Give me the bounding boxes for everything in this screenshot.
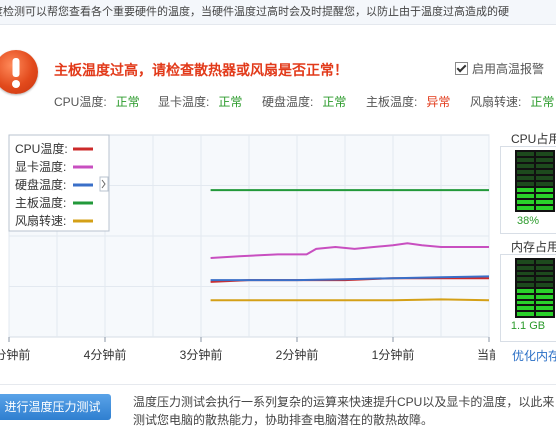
series-line: [210, 298, 490, 302]
status-value: 正常: [115, 95, 140, 109]
x-tick-label: 5分钟前: [0, 347, 30, 362]
top-notice-bar: 度检测可以帮您查看各个重要硬件的温度，当硬件温度过高时会及时提醒您，以防止由于温…: [0, 0, 556, 25]
status-item: 风扇转速: 正常: [470, 93, 554, 110]
meter-segment: [536, 312, 553, 316]
legend-label: 主板温度:: [15, 195, 66, 210]
x-tick-label: 1分钟前: [372, 347, 415, 362]
meter-segment: [536, 289, 553, 293]
meter-segment: [517, 194, 534, 198]
alarm-label: 启用高温报警: [472, 62, 545, 76]
status-item: 硬盘温度: 正常: [262, 93, 346, 110]
x-tick-label: 当前: [477, 347, 495, 362]
meter-segment: [517, 277, 534, 282]
legend-collapse-handle: [99, 176, 109, 192]
meter-segment: [536, 294, 553, 299]
status-value: 正常: [218, 95, 243, 109]
meter-segment: [536, 182, 553, 186]
memory-usage-value: 1.1 GB: [510, 320, 546, 332]
meter-segment: [517, 271, 534, 276]
status-item: 主板温度: 异常: [366, 93, 450, 110]
meter-segment: [536, 176, 553, 180]
meter-segment: [517, 182, 534, 186]
status-label: 硬盘温度:: [262, 95, 314, 109]
alert-title: 主板温度过高，请检查散热器或风扇是否正常！: [54, 62, 348, 78]
meter-segment: [536, 283, 553, 287]
status-item: CPU温度: 正常: [54, 93, 140, 110]
meter-segment: [517, 294, 534, 299]
warning-icon: [0, 50, 38, 94]
stress-test-description: 温度压力测试会执行一系列复杂的运算来快速提升CPU以及显卡的温度，以此来测试您电…: [133, 395, 555, 427]
status-label: CPU温度:: [54, 95, 107, 109]
meter-segment: [536, 306, 553, 311]
memory-usage-meter: [515, 258, 555, 318]
meter-segment: [517, 152, 534, 156]
meter-segment: [517, 306, 534, 311]
meter-segment: [517, 260, 534, 264]
meter-segment: [536, 170, 553, 174]
meter-segment: [536, 300, 553, 305]
meter-segment: [517, 200, 534, 204]
cpu-usage-label: CPU占用: [511, 132, 556, 146]
chart-svg: 5分钟前 4分钟前 3分钟前 2分钟前 1分钟前 当前 CPU温度: 显卡温度: 硬盘温度: 主板…: [0, 134, 501, 362]
legend-label: 显卡温度:: [15, 159, 66, 174]
meter-segment: [517, 283, 534, 287]
x-tick-label: 3分钟前: [180, 347, 223, 362]
high-temp-alarm-checkbox[interactable]: 启用高温报警: [455, 60, 544, 77]
status-value: 正常: [322, 95, 347, 109]
meter-segment: [536, 164, 553, 168]
status-label: 风扇转速:: [470, 95, 522, 109]
status-value: 异常: [426, 95, 451, 109]
top-notice-text: 度检测可以帮您查看各个重要硬件的温度，当硬件温度过高时会及时提醒您，以防止由于温…: [0, 6, 509, 18]
meter-segment: [517, 265, 534, 270]
meter-segment: [517, 312, 534, 316]
meter-segment: [536, 271, 553, 276]
meter-segment: [536, 260, 553, 264]
meter-segment: [517, 206, 534, 210]
meter-segment: [517, 170, 534, 174]
meter-segment: [517, 289, 534, 293]
meter-segment: [517, 158, 534, 162]
legend-label: 风扇转速:: [15, 213, 66, 228]
status-label: 显卡温度:: [158, 95, 210, 109]
meter-segment: [536, 152, 553, 156]
meter-segment: [517, 164, 534, 168]
x-tick-label: 4分钟前: [84, 347, 127, 362]
cpu-usage-value: 38%: [516, 215, 540, 227]
x-tick-label: 2分钟前: [276, 347, 319, 362]
stress-test-button[interactable]: 进行温度压力测试: [0, 394, 111, 420]
cpu-usage-meter: [515, 150, 555, 212]
legend-label: CPU温度:: [15, 141, 68, 156]
meter-segment: [517, 176, 534, 180]
meter-segment: [536, 194, 553, 198]
memory-usage-label: 内存占用: [511, 240, 556, 254]
checkbox-checked-icon[interactable]: [455, 62, 468, 75]
meter-segment: [536, 200, 553, 204]
meter-segment: [536, 265, 553, 270]
meter-segment: [536, 206, 553, 210]
optimize-memory-link[interactable]: 优化内存: [512, 347, 556, 364]
status-label: 主板温度:: [366, 95, 418, 109]
meter-segment: [517, 188, 534, 192]
status-value: 正常: [530, 95, 555, 109]
meter-segment: [536, 277, 553, 282]
status-item: 显卡温度: 正常: [158, 93, 242, 110]
meter-segment: [536, 188, 553, 192]
meter-segment: [517, 300, 534, 305]
meter-segment: [536, 158, 553, 162]
temperature-chart: 5分钟前 4分钟前 3分钟前 2分钟前 1分钟前 当前 CPU温度: 显卡温度: 硬盘温度: 主板…: [0, 130, 501, 370]
legend-label: 硬盘温度:: [15, 177, 66, 192]
